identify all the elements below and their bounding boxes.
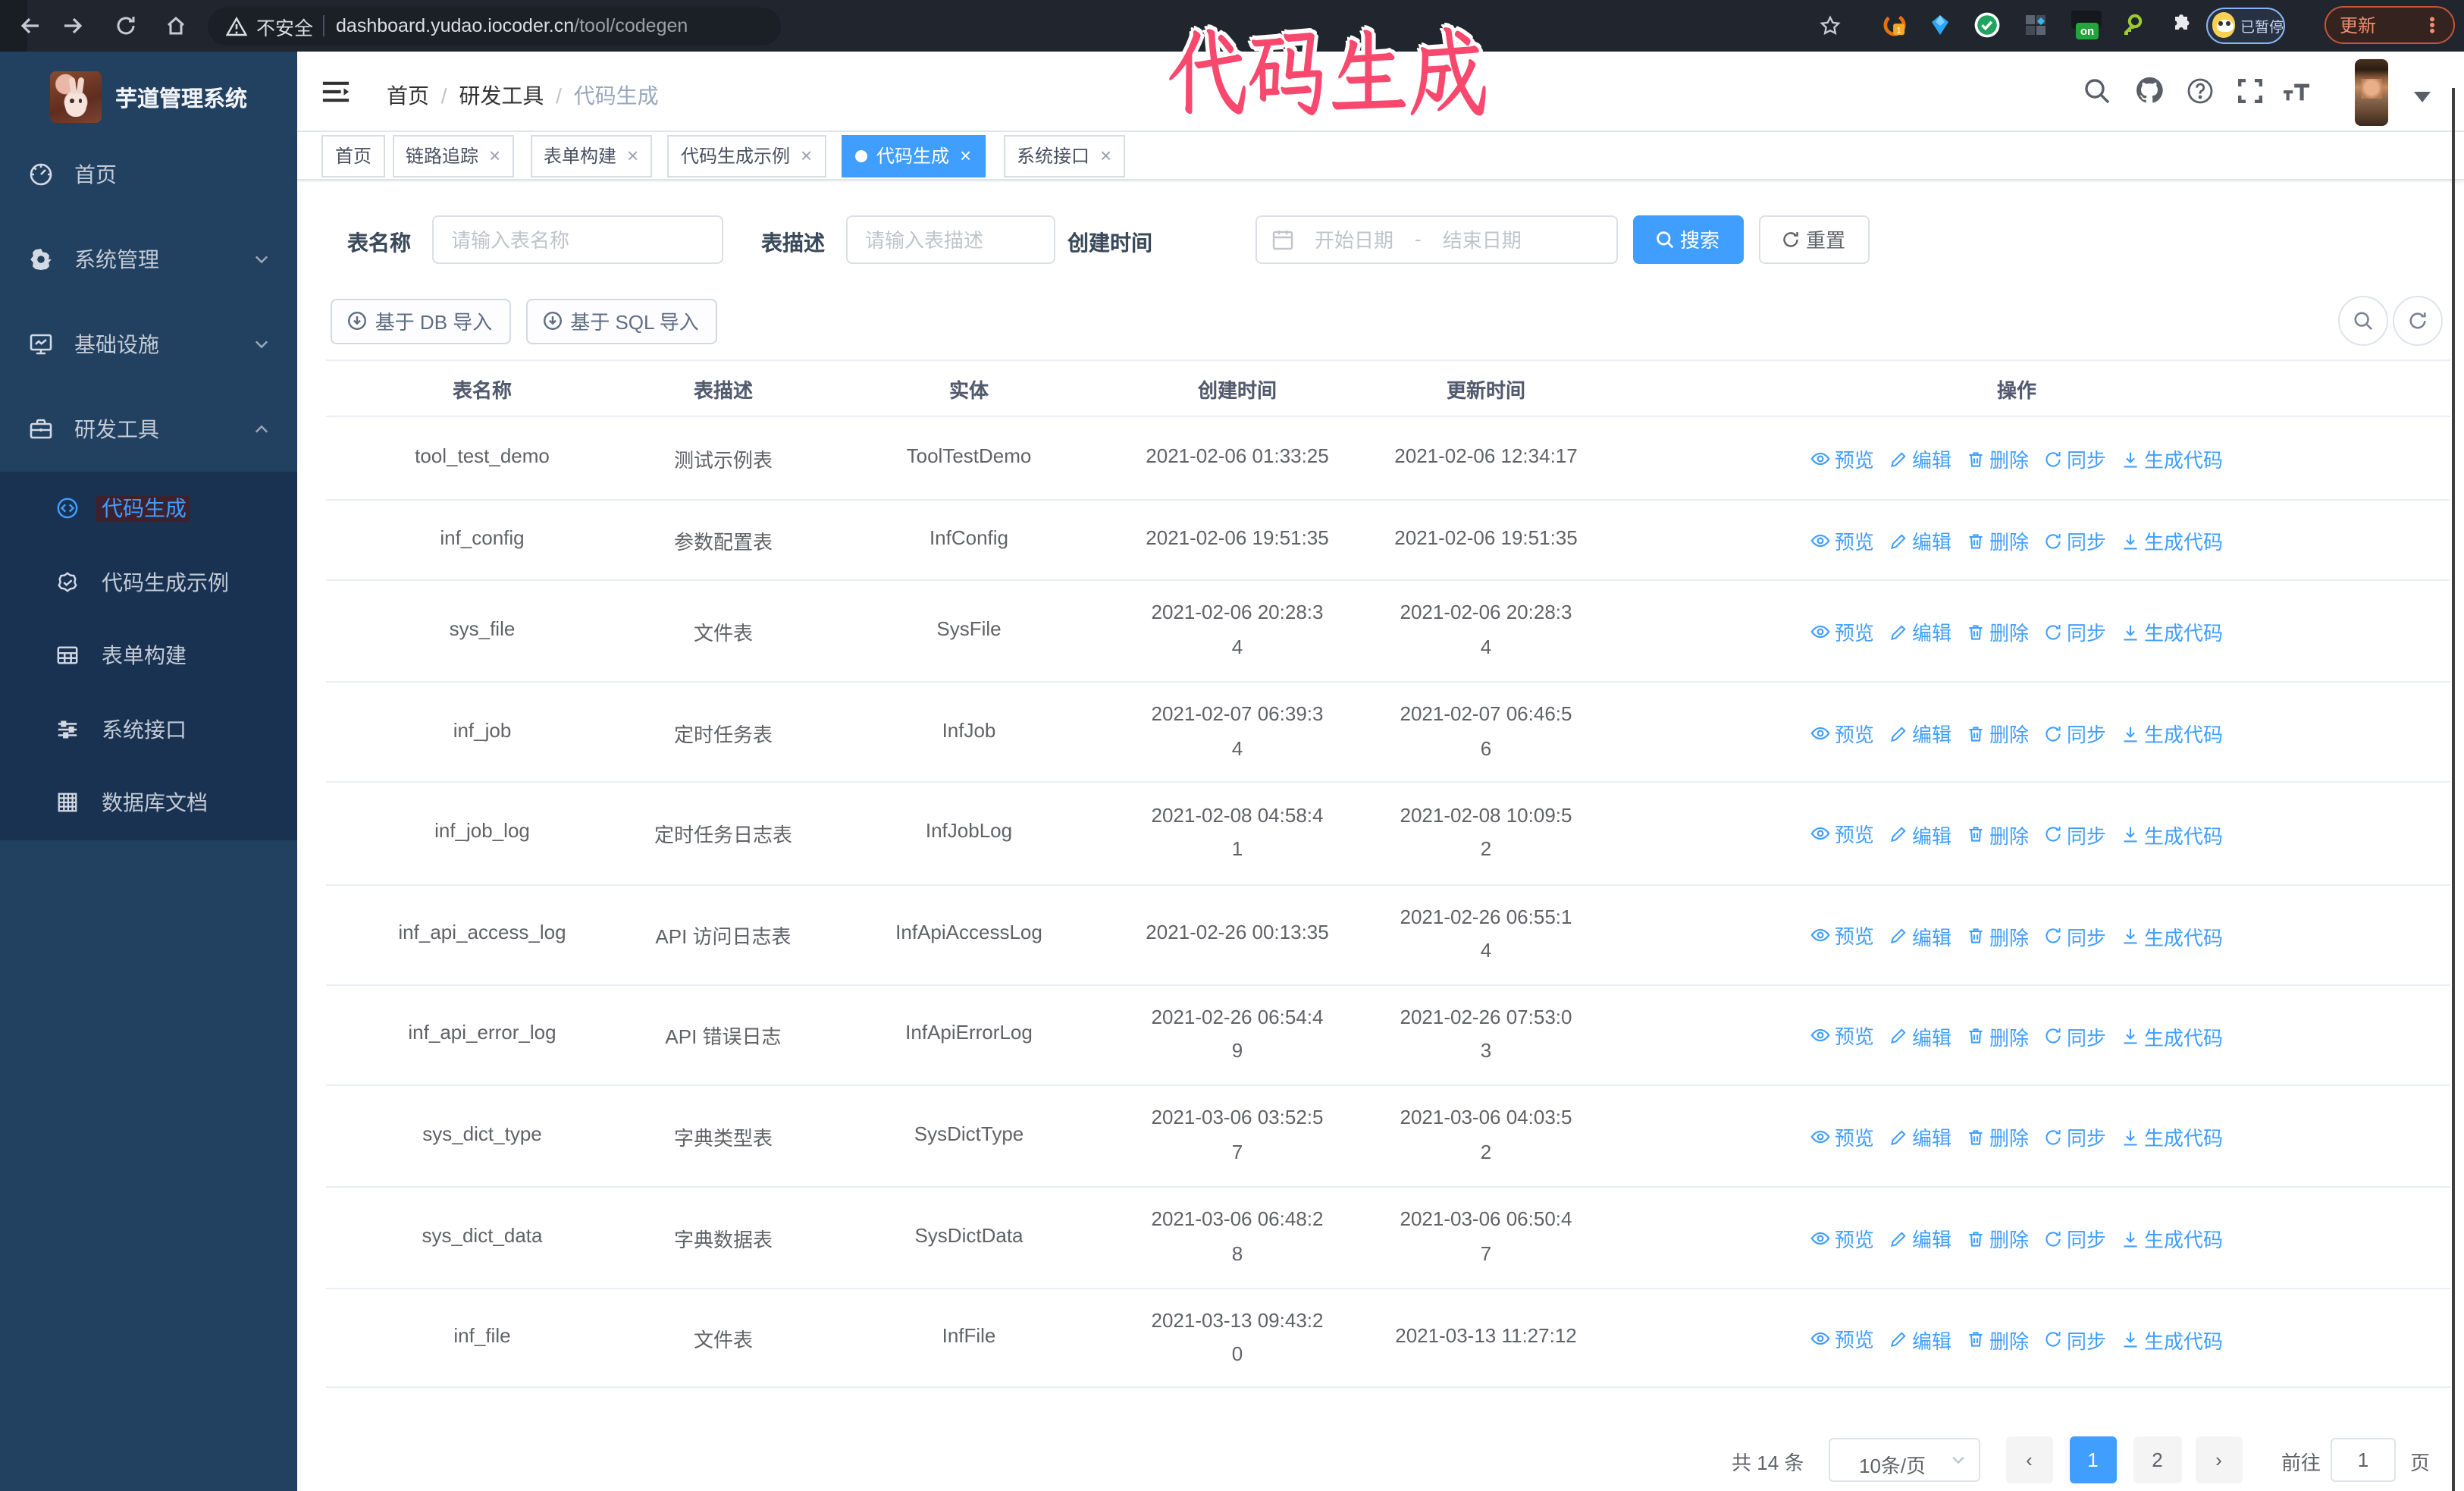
svg-text:1: 1 — [1896, 26, 1901, 35]
